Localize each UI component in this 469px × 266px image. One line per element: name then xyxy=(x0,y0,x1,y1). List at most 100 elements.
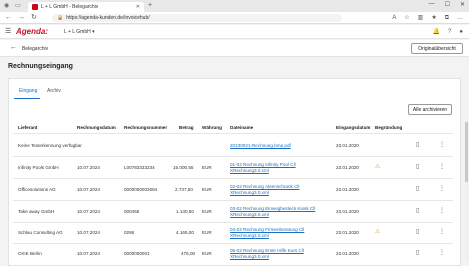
more-icon[interactable]: ⋮ xyxy=(439,229,445,235)
more-icon[interactable]: ⋮ xyxy=(439,186,445,192)
cell-received: 23.01.2020 xyxy=(336,187,359,192)
tab-title: L + L GmbH - Belegarchiv xyxy=(41,4,99,10)
cell-supplier: Infinity Pools GmbH xyxy=(18,165,59,170)
cell-number: 0000000001 xyxy=(124,251,150,256)
company-selector[interactable]: L + L GmbH ▾ xyxy=(64,29,95,35)
reload-icon[interactable]: ↻ xyxy=(31,14,37,22)
cell-amount: 2.737,50 xyxy=(175,187,193,192)
cell-filename[interactable]: 05-02 Rechnung Erste Hilfe Kurs Cll XRec… xyxy=(230,248,325,259)
tab-archiv[interactable]: Archiv xyxy=(47,88,61,94)
favorite-icon[interactable]: ☆ xyxy=(404,14,409,22)
warning-icon[interactable]: ⚠ xyxy=(375,164,380,170)
tab-eingang[interactable]: Eingang xyxy=(19,88,37,94)
cell-number: 000456 xyxy=(124,209,140,214)
app-header: ☰ Agenda: L + L GmbH ▾ 🔔 ? ● xyxy=(0,25,469,39)
sub-header: ← Belegarchiv Originalübersicht xyxy=(0,40,469,57)
cell-date: 10.07.2024 xyxy=(77,209,100,214)
user-icon[interactable]: ● xyxy=(459,28,463,36)
active-tab-indicator xyxy=(14,98,40,99)
address-bar[interactable]: 🔒 https://agenda-kunden.de/invoicehub/ xyxy=(52,14,342,22)
cell-amount: 1.130,50 xyxy=(176,209,194,214)
tab-close-icon[interactable]: ✕ xyxy=(136,4,140,10)
document-icon[interactable]: ▯ xyxy=(416,164,419,170)
breadcrumb: Belegarchiv xyxy=(22,46,49,52)
invoice-card: Eingang Archiv Alle archivieren Lieferan… xyxy=(8,78,461,266)
more-icon[interactable]: ⋮ xyxy=(439,164,445,170)
help-icon[interactable]: ? xyxy=(448,28,451,36)
read-aloud-icon[interactable]: A xyxy=(392,14,396,22)
cell-filename[interactable]: 01-02 Rechnung Infinity Pool Cll XRechnu… xyxy=(230,162,325,173)
url-text: https://agenda-kunden.de/invoicehub/ xyxy=(66,15,150,21)
settings-more-icon[interactable]: … xyxy=(457,14,463,22)
archive-all-button[interactable]: Alle archivieren xyxy=(408,104,452,115)
company-name: L + L GmbH xyxy=(64,29,91,35)
back-icon[interactable]: ← xyxy=(10,44,17,52)
col-header-dateiname[interactable]: Dateiname xyxy=(230,125,253,130)
cell-currency: EUR xyxy=(202,230,212,235)
agenda-logo: Agenda: xyxy=(16,27,48,36)
warning-icon[interactable]: ⚠ xyxy=(375,229,380,235)
notification-icon[interactable]: 🔔 xyxy=(433,28,440,36)
row-divider xyxy=(13,156,453,157)
cell-number: 0286 xyxy=(124,230,135,235)
col-header-begruendung[interactable]: Begründung xyxy=(375,125,402,130)
cell-filename[interactable]: 04-02 Rechnung Firmenberatung Cll XRechn… xyxy=(230,227,325,238)
more-icon[interactable]: ⋮ xyxy=(439,142,445,148)
col-header-eingangsdatum[interactable]: Eingangsdatum xyxy=(336,125,370,130)
chevron-down-icon: ▾ xyxy=(92,29,95,35)
split-screen-icon[interactable]: ▥ xyxy=(418,14,424,22)
favorites-bar-icon[interactable]: ★ xyxy=(431,14,436,22)
cell-currency: EUR xyxy=(202,209,212,214)
col-header-waehrung[interactable]: Währung xyxy=(202,125,222,130)
menu-icon[interactable]: ☰ xyxy=(5,28,11,36)
cell-date: 10.07.2024 xyxy=(77,187,100,192)
cell-filename[interactable]: 03-02 Rechnung Einwegbesteck Kiosk Cll X… xyxy=(230,206,325,217)
cell-date: 10.07.2024 xyxy=(77,230,100,235)
cell-currency: EUR xyxy=(202,187,212,192)
browser-toolbar: ← → ↻ 🔒 https://agenda-kunden.de/invoice… xyxy=(0,12,469,24)
cell-currency: EUR xyxy=(202,251,212,256)
collections-icon[interactable]: ⧉ xyxy=(445,14,449,22)
cell-received: 23.01.2020 xyxy=(336,165,359,170)
browser-titlebar: ◉ ▭ L + L GmbH - Belegarchiv ✕ + — ☐ ✕ xyxy=(0,0,469,12)
more-icon[interactable]: ⋮ xyxy=(439,208,445,214)
cell-received: 23.01.2020 xyxy=(336,251,359,256)
forward-nav-icon[interactable]: → xyxy=(18,14,25,22)
window-controls: — ☐ ✕ xyxy=(429,1,465,8)
cell-amount: 4.165,00 xyxy=(176,230,194,235)
more-icon[interactable]: ⋮ xyxy=(439,250,445,256)
favicon-icon xyxy=(32,4,38,10)
cell-amount: 476,00 xyxy=(181,251,196,256)
cell-supplier: Officesolutions AG xyxy=(18,187,56,192)
maximize-icon[interactable]: ☐ xyxy=(445,1,450,8)
col-header-rechnungsdatum[interactable]: Rechnungsdatum xyxy=(77,125,116,130)
cell-filename[interactable]: 20230021-Rechnung.bmp.pdf xyxy=(230,143,325,149)
document-icon[interactable]: ▯ xyxy=(416,250,419,256)
cell-supplier: Keine Texterkennung verfügbar xyxy=(18,143,82,148)
cell-filename[interactable]: 02-02 Rechnung Aktenschrank Cll XRechnun… xyxy=(230,184,325,195)
page-title: Rechnungseingang xyxy=(8,63,73,70)
col-header-lieferant[interactable]: Lieferant xyxy=(18,125,37,130)
scrollbar-thumb[interactable] xyxy=(465,122,468,182)
original-overview-button[interactable]: Originalübersicht xyxy=(411,43,463,54)
back-nav-icon[interactable]: ← xyxy=(5,14,12,22)
document-icon[interactable]: ▯ xyxy=(416,142,419,148)
col-header-betrag[interactable]: Betrag xyxy=(179,125,194,130)
cell-number: L00783333234 xyxy=(124,165,155,170)
cell-received: 23.01.2020 xyxy=(336,143,359,148)
cell-received: 23.01.2020 xyxy=(336,230,359,235)
minimize-icon[interactable]: — xyxy=(429,1,435,8)
close-window-icon[interactable]: ✕ xyxy=(460,1,465,8)
tab-actions-icon[interactable]: ▭ xyxy=(15,2,21,10)
row-divider xyxy=(13,243,453,244)
cell-received: 23.01.2020 xyxy=(336,209,359,214)
col-header-rechnungsnummer[interactable]: Rechnungsnummer xyxy=(124,125,167,130)
profile-icon[interactable]: ◉ xyxy=(4,2,9,10)
document-icon[interactable]: ▯ xyxy=(416,186,419,192)
browser-tab[interactable]: L + L GmbH - Belegarchiv ✕ xyxy=(28,2,144,12)
document-icon[interactable]: ▯ xyxy=(416,229,419,235)
new-tab-button[interactable]: + xyxy=(148,2,152,10)
header-divider xyxy=(13,133,453,134)
cell-supplier: Take away GmbH xyxy=(18,209,55,214)
document-icon[interactable]: ▯ xyxy=(416,208,419,214)
